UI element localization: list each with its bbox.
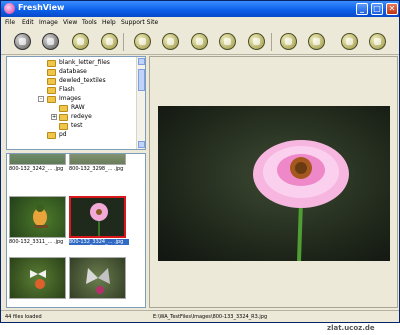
thumbnail-caption: 800-132_3311_... .jpg — [9, 239, 64, 245]
window-title: FreshView — [18, 3, 65, 12]
thumbnail-item[interactable] — [9, 257, 66, 307]
thumbnail-image — [9, 257, 66, 299]
menu-view[interactable]: View — [63, 19, 77, 26]
thumbnail-item-selected[interactable]: 800-132_3324_... .jpg — [69, 196, 129, 246]
folder-icon — [47, 60, 56, 67]
status-bar: 44 files loaded E:\WA_TestFiles\Images\8… — [1, 310, 399, 322]
thumbnail-image — [69, 154, 126, 165]
folder-open-icon — [47, 96, 56, 103]
thumbnail-caption: 800-132_3324_... .jpg — [69, 239, 129, 245]
move-icon[interactable] — [162, 33, 179, 50]
flower-photo — [90, 203, 108, 236]
menu-image[interactable]: Image — [39, 19, 58, 26]
menu-bar: File Edit Image View Tools Help Support … — [1, 17, 399, 29]
toolbar-separator — [271, 33, 272, 51]
rotate-right-icon[interactable] — [308, 33, 325, 50]
tree-item-label: pd — [59, 131, 67, 138]
folder-icon — [47, 132, 56, 139]
folder-icon — [59, 123, 68, 130]
back-icon[interactable] — [14, 33, 31, 50]
tree-scrollbar[interactable] — [136, 57, 145, 149]
menu-edit[interactable]: Edit — [22, 19, 34, 26]
minimize-button[interactable]: _ — [356, 3, 368, 15]
gerbera-flower — [253, 140, 349, 261]
image-preview-pane[interactable] — [149, 56, 398, 308]
thumbnail-image — [9, 154, 66, 165]
maximize-button[interactable]: □ — [371, 3, 383, 15]
thumbnail-caption: 800-132_3298_... .jpg — [69, 166, 124, 172]
rename-icon[interactable] — [191, 33, 208, 50]
tree-item-label: Images — [59, 95, 81, 102]
zoom-out-icon[interactable] — [369, 33, 386, 50]
menu-support-site[interactable]: Support Site — [121, 19, 158, 26]
folder-icon — [47, 87, 56, 94]
slideshow-icon[interactable] — [101, 33, 118, 50]
delete-icon[interactable] — [219, 33, 236, 50]
zoom-in-icon[interactable] — [341, 33, 358, 50]
bird-photo — [33, 204, 48, 228]
scroll-down-arrow[interactable] — [138, 141, 145, 148]
rotate-left-icon[interactable] — [280, 33, 297, 50]
tree-item-label: dewled_textiles — [59, 77, 106, 84]
folder-icon — [59, 105, 68, 112]
tree-item-label: blank_letter_files — [59, 59, 110, 66]
butterfly-photo — [86, 268, 110, 294]
thumbnail-image — [9, 196, 66, 238]
menu-help[interactable]: Help — [102, 19, 116, 26]
tree-item-label: test — [71, 122, 83, 129]
folder-tree[interactable]: blank_letter_files database dewled_texti… — [6, 56, 146, 150]
thumbnail-image — [69, 257, 126, 299]
open-icon[interactable] — [72, 33, 89, 50]
thumbnail-image — [69, 196, 126, 238]
preview-image — [158, 106, 390, 261]
scroll-up-arrow[interactable] — [138, 58, 145, 65]
watermark: zlat.ucoz.de — [327, 324, 375, 332]
toolbar-separator — [123, 33, 124, 51]
folder-icon — [47, 69, 56, 76]
close-button[interactable]: ✕ — [386, 3, 398, 15]
app-icon — [4, 3, 15, 14]
tree-item-label: redeye — [71, 113, 92, 120]
app-window: FreshView _ □ ✕ File Edit Image View Too… — [0, 0, 400, 323]
copy-icon[interactable] — [134, 33, 151, 50]
folder-icon — [47, 78, 56, 85]
scroll-thumb[interactable] — [138, 69, 145, 91]
tree-item-label: database — [59, 68, 87, 75]
tree-item-label: RAW — [71, 104, 85, 111]
status-file-count: 44 files loaded — [5, 314, 42, 320]
butterfly-flower-photo — [30, 270, 46, 289]
menu-file[interactable]: File — [5, 19, 15, 26]
title-bar[interactable]: FreshView _ □ ✕ — [1, 1, 399, 17]
tree-item-label: Flash — [59, 86, 75, 93]
thumbnail-caption: 800-132_3242_... .jpg — [9, 166, 64, 172]
expand-toggle[interactable]: + — [51, 114, 57, 120]
print-icon[interactable] — [248, 33, 265, 50]
status-file-path: E:\WA_TestFiles\Images\800-133_3324_R3.j… — [153, 314, 268, 320]
menu-tools[interactable]: Tools — [82, 19, 97, 26]
toolbar — [1, 29, 399, 55]
thumbnail-item[interactable]: 800-132_3311_... .jpg — [9, 196, 66, 246]
thumbnail-grid: 800-132_3242_... .jpg 800-132_3298_... .… — [6, 153, 146, 308]
thumbnail-item[interactable] — [69, 257, 126, 307]
forward-icon[interactable] — [42, 33, 59, 50]
folder-icon — [59, 114, 68, 121]
collapse-toggle[interactable]: - — [38, 96, 44, 102]
